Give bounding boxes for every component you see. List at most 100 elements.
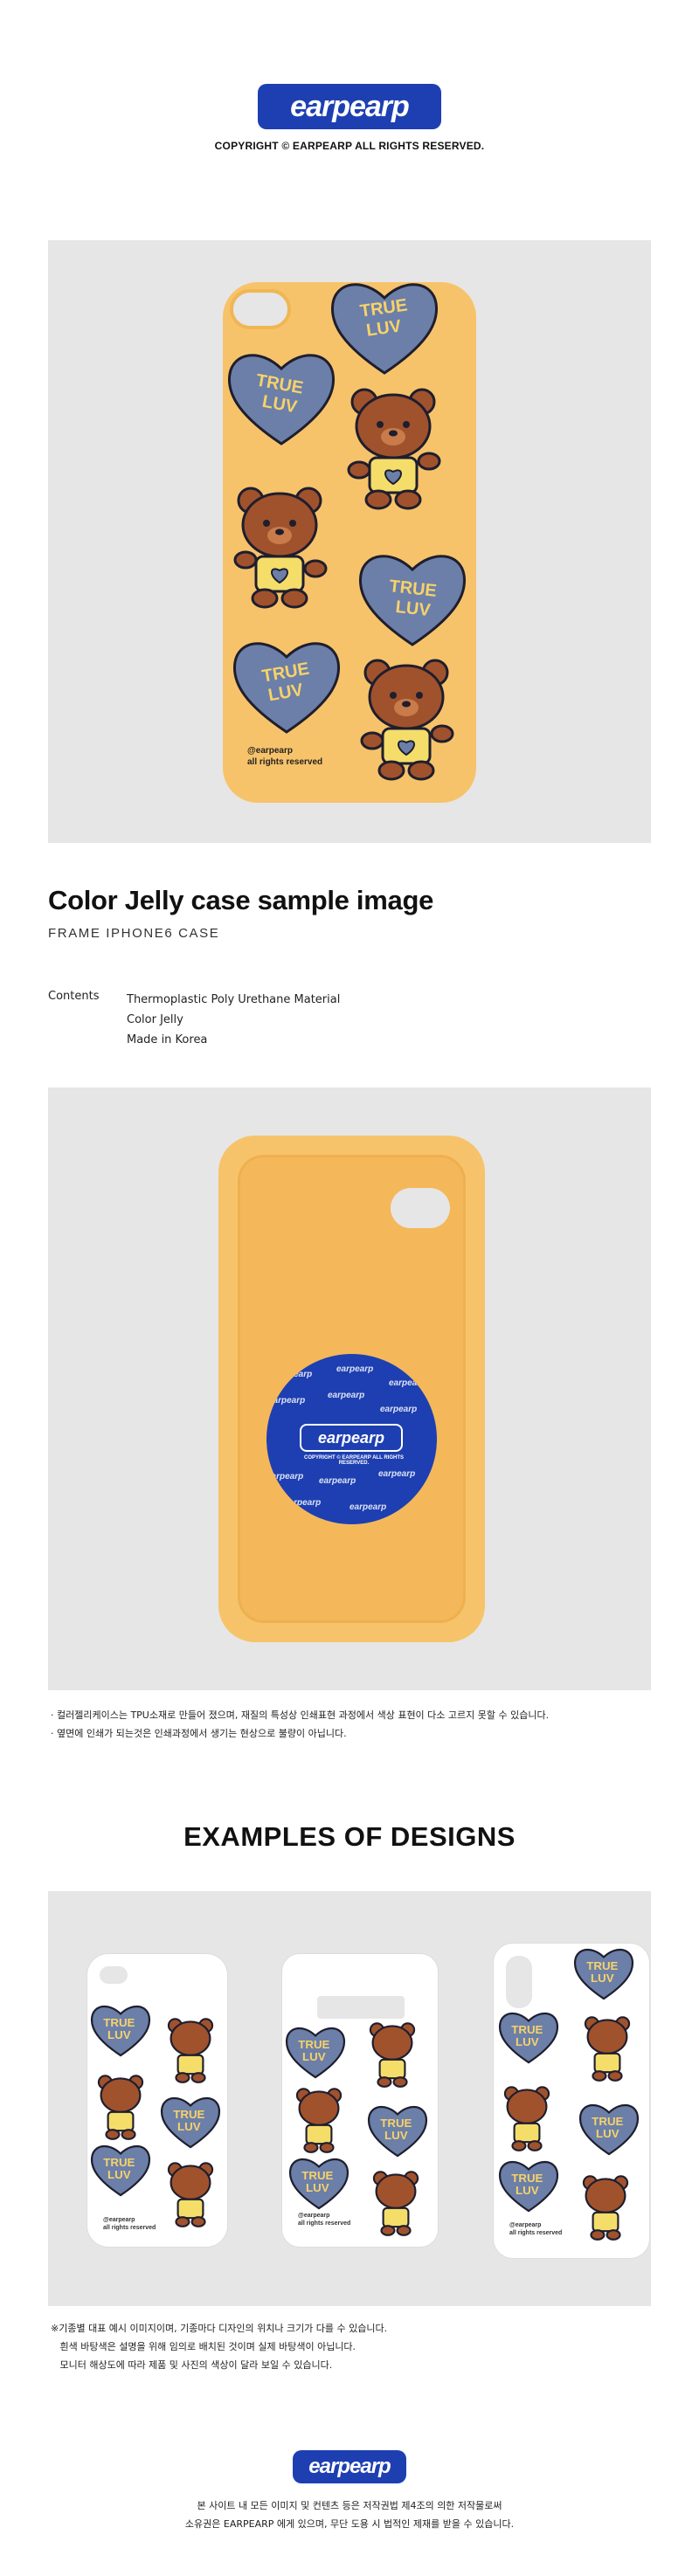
- heart-graphic: TRUE LUV: [232, 642, 341, 734]
- camera-cutout: [100, 1966, 128, 1984]
- spec-label: Contents: [48, 990, 100, 1003]
- footer-logo-text: earpearp: [308, 2455, 391, 2478]
- brand-logo-text: earpearp: [290, 89, 410, 123]
- note-line: · 컬러젤리케이스는 TPU소재로 만들어 졌으며, 재질의 특성상 인쇄표현 …: [51, 1709, 550, 1721]
- camera-cutout: [317, 1996, 405, 2019]
- heart-graphic: TRUELUV: [90, 2145, 151, 2197]
- badge-pattern: earpearp: [268, 1396, 306, 1405]
- heart-text-line1: TRUE: [103, 2156, 135, 2169]
- heart-graphic: TRUELUV: [160, 2097, 221, 2149]
- examples-panel: TRUE LUV TRUE LUV TRUE LUV @earpearp all ri…: [48, 1891, 651, 2306]
- heart-text-line1: TRUE: [103, 2016, 135, 2029]
- bear-graphic: [584, 2016, 631, 2082]
- heart-text-line2: LUV: [395, 597, 433, 620]
- heart-text-line1: TRUE: [298, 2038, 329, 2051]
- heart-graphic: TRUELUV: [498, 2161, 559, 2213]
- bear-graphic: [372, 2171, 419, 2236]
- bear-graphic: [360, 659, 454, 781]
- badge-pattern: earpearp: [378, 1469, 416, 1479]
- heart-text-line2: LUV: [107, 2028, 131, 2041]
- spec-value: Color Jelly: [127, 1013, 183, 1026]
- brand-badge: earpearp earpearp earpearp earpearp earp…: [266, 1354, 437, 1524]
- heart-graphic: TRUELUV: [367, 2106, 428, 2158]
- heart-graphic: TRUE LUV: [227, 354, 336, 445]
- heart-graphic: TRUELUV: [90, 2006, 151, 2057]
- bear-graphic: [582, 2175, 629, 2241]
- heart-text-line2: LUV: [516, 2035, 539, 2048]
- heart-graphic: TRUELUV: [288, 2158, 350, 2210]
- bear-graphic: [347, 388, 441, 510]
- product-front-panel: TRUE LUV TRUE LUV TRUE LUV TRUE LUV @ear…: [48, 240, 651, 843]
- heart-graphic: TRUELUV: [285, 2027, 346, 2079]
- example-case-1: TRUE LUV TRUE LUV TRUE LUV @earpearp all ri…: [87, 1954, 227, 2247]
- heart-text-line1: TRUE: [173, 2108, 204, 2121]
- footer-logo: earpearp: [293, 2450, 406, 2483]
- footer-legal: 본 사이트 내 모든 이미지 및 컨텐츠 등은 저작권법 제4조의 의한 저작물…: [0, 2497, 699, 2533]
- heart-graphic: TRUE LUV: [330, 283, 439, 375]
- case-credit: @earpearp all rights reserved: [298, 2212, 350, 2227]
- phone-case-front: TRUE LUV TRUE LUV TRUE LUV TRUE LUV @ear…: [223, 282, 476, 803]
- bear-graphic: [233, 487, 328, 609]
- example-case-2: TRUE LUV TRUE LUV TRUE LUV @earpearp all ri…: [282, 1954, 438, 2247]
- product-back-panel: earpearp earpearp earpearp earpearp earp…: [48, 1088, 651, 1690]
- examples-heading: EXAMPLES OF DESIGNS: [183, 1821, 516, 1852]
- heart-graphic: TRUELUV: [498, 2013, 559, 2064]
- heart-text-line1: TRUE: [511, 2172, 543, 2185]
- heart-graphic: TRUELUV: [573, 1949, 634, 2000]
- care-notes: · 컬러젤리케이스는 TPU소재로 만들어 졌으며, 재질의 특성상 인쇄표현 …: [51, 1706, 549, 1743]
- heart-text-line2: LUV: [384, 2129, 408, 2142]
- badge-pattern: earpearp: [380, 1405, 418, 1414]
- footer-line: 소유권은 EARPEARP 에게 있으며, 무단 도용 시 법적인 제재를 받을…: [184, 2518, 515, 2530]
- bear-graphic: [97, 2075, 144, 2140]
- badge-logo: earpearp: [300, 1424, 403, 1452]
- credit-line: all rights reserved: [247, 757, 323, 767]
- credit-line: @earpearp: [103, 2217, 135, 2223]
- heart-graphic: TRUE LUV: [358, 555, 467, 646]
- badge-pattern: earpearp: [284, 1498, 322, 1508]
- heart-text-line1: TRUE: [592, 2115, 623, 2128]
- brand-logo: earpearp: [258, 84, 441, 129]
- spec-value: Made in Korea: [127, 1033, 208, 1046]
- heart-text-line2: LUV: [302, 2050, 326, 2063]
- credit-line: all rights reserved: [298, 2220, 351, 2227]
- heart-text-line2: LUV: [596, 2127, 619, 2140]
- heart-text-line1: TRUE: [380, 2117, 412, 2130]
- badge-pattern: earpearp: [389, 1378, 426, 1388]
- note-line: 모니터 해상도에 따라 제품 및 사진의 색상이 달라 보일 수 있습니다.: [51, 2359, 333, 2371]
- spec-value: Thermoplastic Poly Urethane Material: [127, 993, 341, 1006]
- heart-text-line2: LUV: [591, 1972, 614, 1985]
- badge-pattern: earpearp: [350, 1502, 387, 1512]
- heart-graphic: TRUELUV: [578, 2104, 640, 2156]
- heart-text-line1: TRUE: [511, 2023, 543, 2036]
- credit-line: @earpearp: [509, 2222, 542, 2228]
- badge-pattern: earpearp: [328, 1391, 365, 1400]
- credit-line: all rights reserved: [103, 2225, 156, 2231]
- example-case-3: TRUE LUV TRUE LUV TRUE LUV TRUE LUV @earpear…: [494, 1944, 649, 2258]
- copyright-line: COPYRIGHT © EARPEARP ALL RIGHTS RESERVED…: [214, 140, 485, 152]
- heart-text-line2: LUV: [107, 2168, 131, 2181]
- badge-copyright: COPYRIGHT © EARPEARP ALL RIGHTS RESERVED…: [304, 1455, 404, 1466]
- badge-pattern: earpearp: [336, 1364, 374, 1374]
- bear-graphic: [167, 2162, 214, 2227]
- heart-text-line1: TRUE: [586, 1959, 618, 1972]
- footer-line: 본 사이트 내 모든 이미지 및 컨텐츠 등은 저작권법 제4조의 의한 저작물…: [197, 2500, 502, 2511]
- badge-pattern: earpearp: [319, 1476, 356, 1486]
- page-subtitle: FRAME IPHONE6 CASE: [48, 926, 220, 941]
- heart-text-line2: LUV: [177, 2120, 201, 2133]
- bear-graphic: [369, 2022, 416, 2088]
- heart-text-line2: LUV: [516, 2184, 539, 2197]
- badge-pattern: earpearp: [266, 1472, 304, 1481]
- case-credit: @earpearp all rights reserved: [247, 745, 322, 768]
- bear-graphic: [503, 2086, 550, 2151]
- note-line: ※기종별 대표 예시 이미지이며, 기종마다 디자인의 위치나 크기가 다를 수…: [51, 2323, 388, 2334]
- camera-cutout: [506, 1956, 532, 2008]
- case-credit: @earpearp all rights reserved: [509, 2221, 562, 2237]
- spec-values: Thermoplastic Poly Urethane Material Col…: [127, 990, 340, 1050]
- camera-cutout: [391, 1188, 450, 1228]
- note-line: 흰색 바탕색은 설명을 위해 임의로 배치된 것이며 실제 바탕색이 아닙니다.: [51, 2341, 356, 2352]
- bear-graphic: [167, 2018, 214, 2083]
- case-credit: @earpearp all rights reserved: [103, 2216, 156, 2232]
- heart-text-line2: LUV: [306, 2181, 329, 2194]
- example-notes: ※기종별 대표 예시 이미지이며, 기종마다 디자인의 위치나 크기가 다를 수…: [51, 2319, 387, 2374]
- credit-line: all rights reserved: [509, 2230, 563, 2236]
